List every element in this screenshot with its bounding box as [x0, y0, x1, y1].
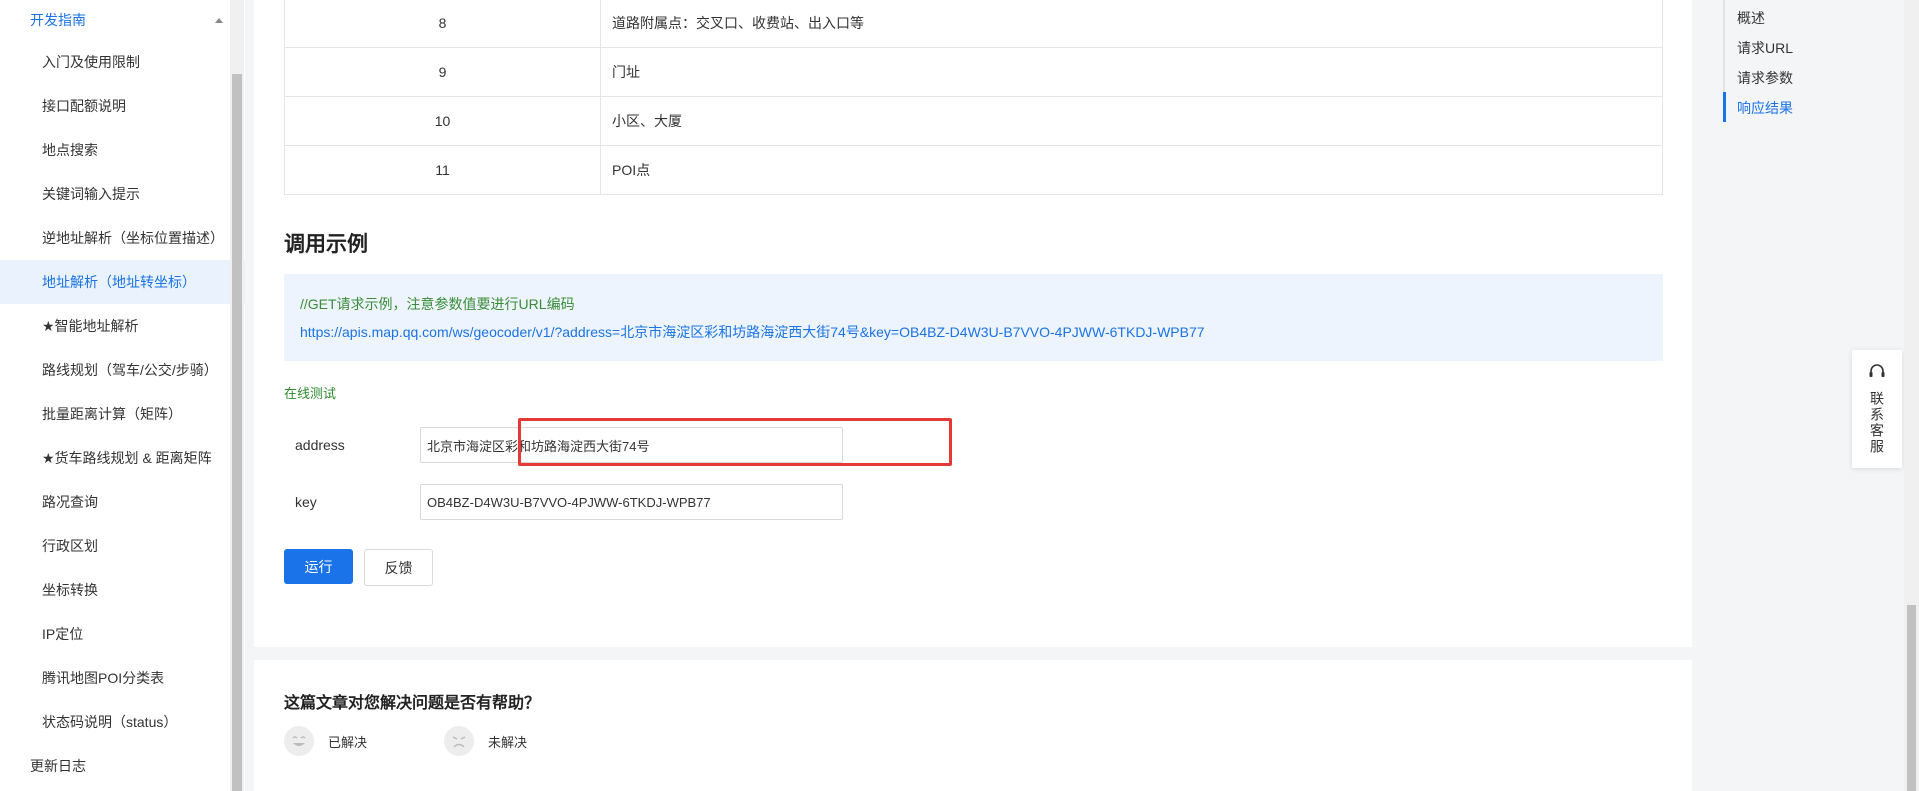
help-title: 这篇文章对您解决问题是否有帮助？ [284, 695, 541, 712]
page-scrollbar[interactable] [1904, 0, 1919, 791]
run-button[interactable]: 运行 [284, 549, 353, 584]
sidebar-item-label: 地点搜索 [42, 142, 98, 158]
code-comment: //GET请求示例，注意参数值要进行URL编码 [300, 296, 575, 312]
sidebar-item-label: 批量距离计算（矩阵） [42, 406, 182, 422]
main-content: 8 道路附属点：交叉口、收费站、出入口等 9 门址 10 小区、大厦 11 PO… [254, 0, 1692, 647]
sidebar-item-label: 坐标转换 [42, 582, 98, 598]
param-row-address: address [295, 427, 843, 463]
sidebar: 开发指南 入门及使用限制 接口配额说明 地点搜索 关键词输入提示 逆地址解析（坐… [0, 0, 245, 791]
key-label: key [295, 494, 317, 510]
online-test-label: 在线测试 [284, 386, 337, 401]
toc-active-indicator [1723, 92, 1726, 122]
toc-item-response[interactable]: 响应结果 [1737, 98, 1793, 118]
unsolved-option[interactable]: 未解决 [444, 726, 527, 756]
caret-up-icon [215, 17, 223, 23]
sidebar-footer-label: 更新日志 [30, 758, 86, 774]
unsolved-label: 未解决 [488, 734, 528, 750]
sidebar-item-label: 路线规划（驾车/公交/步骑） [42, 362, 218, 378]
table-cell-desc: 道路附属点：交叉口、收费站、出入口等 [600, 0, 1663, 48]
sidebar-section-label: 开发指南 [30, 12, 86, 28]
table-cell-num: 10 [284, 96, 601, 146]
sidebar-item-label: 路况查询 [42, 494, 98, 510]
toc-item-request-url[interactable]: 请求URL [1737, 38, 1793, 58]
toc-item-overview[interactable]: 概述 [1737, 8, 1765, 28]
sidebar-item-label: 接口配额说明 [42, 98, 126, 114]
sidebar-item-label: ★智能地址解析 [42, 318, 139, 334]
sidebar-item-label: 关键词输入提示 [42, 186, 140, 202]
sad-face-icon [444, 726, 474, 756]
sidebar-item[interactable]: 地点搜索 [0, 128, 245, 172]
feedback-button[interactable]: 反馈 [364, 549, 433, 586]
code-example: //GET请求示例，注意参数值要进行URL编码 https://apis.map… [284, 274, 1663, 361]
toc-item-request-params[interactable]: 请求参数 [1737, 68, 1793, 88]
sidebar-scrollbar[interactable] [230, 0, 244, 791]
sidebar-item[interactable]: 路况查询 [0, 480, 245, 524]
sidebar-scrollbar-thumb[interactable] [232, 74, 242, 791]
page-scrollbar-thumb[interactable] [1907, 605, 1916, 791]
table-cell-desc: 门址 [600, 47, 1663, 97]
sidebar-section-dev-guide[interactable]: 开发指南 [0, 0, 245, 40]
table-cell-num: 9 [284, 47, 601, 97]
sidebar-item-label: 逆地址解析（坐标位置描述） [42, 230, 224, 246]
sidebar-item[interactable]: 关键词输入提示 [0, 172, 245, 216]
poi-type-table: 8 道路附属点：交叉口、收费站、出入口等 9 门址 10 小区、大厦 11 PO… [284, 0, 1663, 195]
sidebar-item-label: IP定位 [42, 626, 84, 642]
sidebar-item-label: ★货车路线规划 & 距离矩阵 [42, 450, 212, 466]
table-row: 8 道路附属点：交叉口、收费站、出入口等 [284, 0, 1663, 48]
contact-label: 联系客服 [1869, 391, 1885, 455]
sidebar-item[interactable]: 腾讯地图POI分类表 [0, 656, 245, 700]
sidebar-item[interactable]: 路线规划（驾车/公交/步骑） [0, 348, 245, 392]
param-row-key: key [295, 484, 843, 520]
help-feedback-card: 这篇文章对您解决问题是否有帮助？ 已解决 未解决 [254, 660, 1692, 791]
table-cell-desc: 小区、大厦 [600, 96, 1663, 146]
sidebar-item-label: 状态码说明（status） [42, 714, 178, 730]
sidebar-item[interactable]: 接口配额说明 [0, 84, 245, 128]
sidebar-item[interactable]: 入门及使用限制 [0, 40, 245, 84]
table-row: 9 门址 [284, 47, 1663, 97]
address-input[interactable] [420, 427, 843, 463]
happy-face-icon [284, 726, 314, 756]
sidebar-item-label: 腾讯地图POI分类表 [42, 670, 165, 686]
sidebar-item[interactable]: ★智能地址解析 [0, 304, 245, 348]
example-title: 调用示例 [284, 233, 368, 256]
sidebar-item[interactable]: 状态码说明（status） [0, 700, 245, 744]
sidebar-item-label: 入门及使用限制 [42, 54, 140, 70]
table-cell-num: 8 [284, 0, 601, 48]
table-cell-desc: POI点 [600, 145, 1663, 195]
sidebar-item[interactable]: IP定位 [0, 612, 245, 656]
sidebar-item-active[interactable]: 地址解析（地址转坐标） [0, 260, 245, 304]
headset-icon [1867, 362, 1887, 385]
address-label: address [295, 437, 345, 453]
solved-label: 已解决 [328, 734, 368, 750]
sidebar-item-changelog[interactable]: 更新日志 [0, 744, 245, 788]
sidebar-item[interactable]: 逆地址解析（坐标位置描述） [0, 216, 245, 260]
sidebar-item[interactable]: 坐标转换 [0, 568, 245, 612]
solved-option[interactable]: 已解决 [284, 726, 367, 756]
key-input[interactable] [420, 484, 843, 520]
code-url[interactable]: https://apis.map.qq.com/ws/geocoder/v1/?… [300, 322, 1647, 342]
table-row: 11 POI点 [284, 145, 1663, 195]
sidebar-item-label: 行政区划 [42, 538, 98, 554]
sidebar-item[interactable]: 行政区划 [0, 524, 245, 568]
table-cell-num: 11 [284, 145, 601, 195]
table-row: 10 小区、大厦 [284, 96, 1663, 146]
sidebar-item-label: 地址解析（地址转坐标） [42, 274, 196, 290]
contact-support-widget[interactable]: 联系客服 [1852, 350, 1902, 468]
sidebar-item[interactable]: 批量距离计算（矩阵） [0, 392, 245, 436]
table-of-contents: 概述 请求URL 请求参数 响应结果 [1723, 0, 1893, 130]
sidebar-item[interactable]: ★货车路线规划 & 距离矩阵 [0, 436, 245, 480]
